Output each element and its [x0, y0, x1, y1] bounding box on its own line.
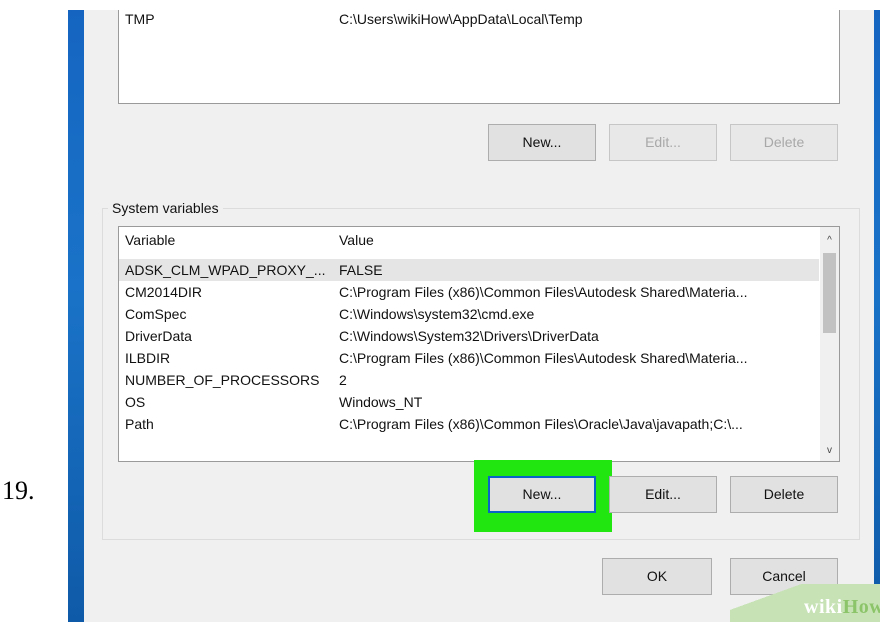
screenshot: TMP C:\Users\wikiHow\AppData\Local\Temp … — [68, 10, 880, 622]
table-row[interactable]: ADSK_CLM_WPAD_PROXY_... FALSE — [119, 259, 819, 281]
variable-value: C:\Windows\System32\Drivers\DriverData — [339, 328, 599, 344]
user-new-button[interactable]: New... — [488, 124, 596, 161]
vertical-scrollbar[interactable]: ^ v — [820, 227, 839, 461]
watermark-logo: wikiHow — [804, 596, 880, 618]
variable-value: 2 — [339, 372, 347, 388]
variable-value: C:\Users\wikiHow\AppData\Local\Temp — [339, 11, 583, 27]
user-delete-button[interactable]: Delete — [730, 124, 838, 161]
list-header: Variable Value — [119, 227, 819, 253]
table-row[interactable]: CM2014DIR C:\Program Files (x86)\Common … — [119, 281, 819, 303]
variable-name: Path — [125, 416, 154, 432]
table-row[interactable]: NUMBER_OF_PROCESSORS 2 — [119, 369, 819, 391]
system-new-button[interactable]: New... — [488, 476, 596, 513]
variable-value: C:\Program Files (x86)\Common Files\Auto… — [339, 350, 748, 366]
step-number: 19. — [2, 476, 35, 505]
table-row[interactable]: Path C:\Program Files (x86)\Common Files… — [119, 413, 819, 435]
variable-name: CM2014DIR — [125, 284, 203, 300]
column-header-value[interactable]: Value — [339, 227, 374, 253]
system-edit-button[interactable]: Edit... — [609, 476, 717, 513]
variable-name: TMP — [125, 11, 155, 27]
variable-name: OS — [125, 394, 146, 410]
wikihow-watermark: wikiHow — [730, 584, 880, 622]
variable-value: Windows_NT — [339, 394, 423, 410]
variable-value: FALSE — [339, 262, 383, 278]
user-edit-button[interactable]: Edit... — [609, 124, 717, 161]
variable-name: ComSpec — [125, 306, 187, 322]
chevron-down-icon[interactable]: v — [820, 441, 839, 461]
table-row[interactable]: DriverData C:\Windows\System32\Drivers\D… — [119, 325, 819, 347]
variable-value: C:\Windows\system32\cmd.exe — [339, 306, 535, 322]
environment-variables-dialog: TMP C:\Users\wikiHow\AppData\Local\Temp … — [84, 10, 874, 622]
table-row[interactable]: ComSpec C:\Windows\system32\cmd.exe — [119, 303, 819, 325]
chevron-up-icon[interactable]: ^ — [820, 231, 839, 251]
variable-value: C:\Program Files (x86)\Common Files\Orac… — [339, 416, 743, 432]
variable-name: ADSK_CLM_WPAD_PROXY_... — [125, 262, 326, 278]
variable-name: NUMBER_OF_PROCESSORS — [125, 372, 320, 388]
system-variables-label: System variables — [108, 200, 223, 216]
system-variables-list[interactable]: Variable Value ADSK_CLM_WPAD_PROXY_... F… — [118, 226, 840, 462]
column-header-variable[interactable]: Variable — [125, 227, 175, 253]
system-delete-button[interactable]: Delete — [730, 476, 838, 513]
user-variables-list[interactable]: TMP C:\Users\wikiHow\AppData\Local\Temp — [118, 10, 840, 104]
table-row[interactable]: OS Windows_NT — [119, 391, 819, 413]
scrollbar-thumb[interactable] — [823, 253, 836, 333]
ok-button[interactable]: OK — [602, 558, 712, 595]
table-row[interactable]: ILBDIR C:\Program Files (x86)\Common Fil… — [119, 347, 819, 369]
variable-name: ILBDIR — [125, 350, 171, 366]
variable-name: DriverData — [125, 328, 192, 344]
variable-value: C:\Program Files (x86)\Common Files\Auto… — [339, 284, 748, 300]
